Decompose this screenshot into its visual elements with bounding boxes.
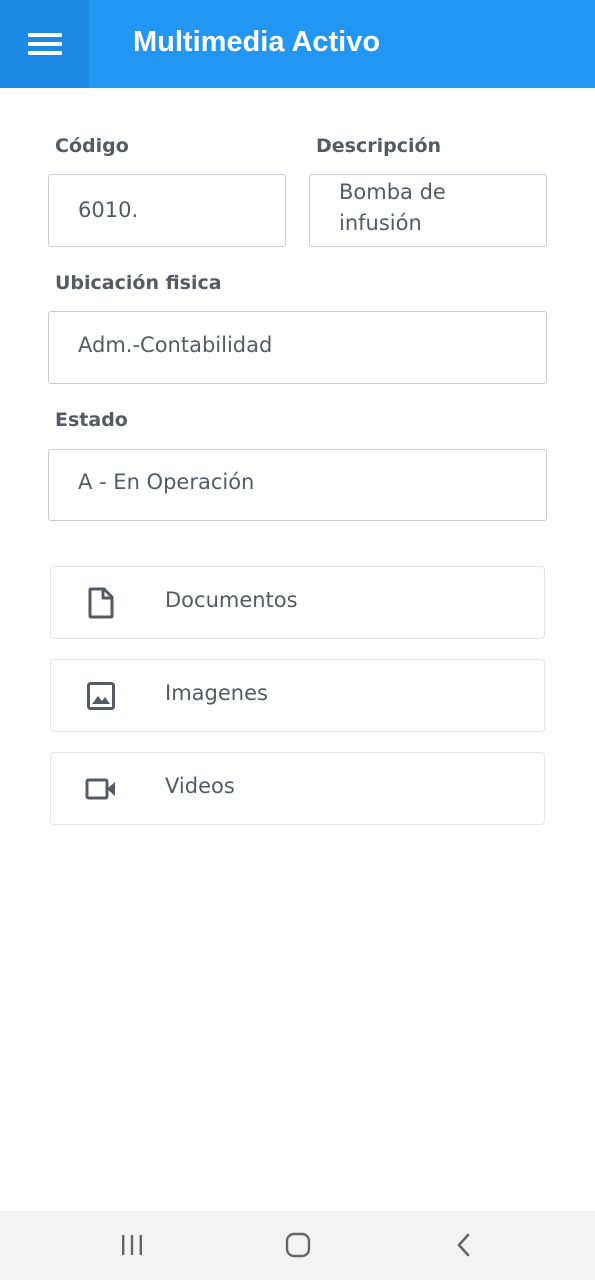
descripcion-value-line2: infusión [339, 211, 422, 235]
imagenes-button[interactable]: Imagenes [50, 659, 545, 732]
videos-button[interactable]: Videos [50, 752, 545, 825]
codigo-value: 6010. [78, 198, 139, 222]
hamburger-menu-icon [27, 32, 62, 56]
estado-field[interactable]: A - En Operación [48, 449, 547, 521]
ubicacion-value: Adm.-Contabilidad [78, 333, 273, 357]
codigo-field[interactable]: 6010. [48, 174, 286, 247]
descripcion-field[interactable]: Bomba de infusión [309, 174, 547, 247]
estado-label: Estado [55, 409, 128, 431]
imagenes-label: Imagenes [165, 681, 268, 705]
descripcion-value-line1: Bomba de [339, 180, 446, 204]
ubicacion-label: Ubicación fisica [55, 272, 222, 294]
documentos-label: Documentos [165, 588, 298, 612]
estado-value: A - En Operación [78, 470, 255, 494]
codigo-label: Código [55, 135, 129, 157]
documentos-button[interactable]: Documentos [50, 566, 545, 639]
videos-label: Videos [165, 774, 235, 798]
page-title: Multimedia Activo [133, 26, 381, 58]
recents-icon[interactable] [112, 1229, 152, 1261]
image-icon [85, 680, 117, 712]
menu-button[interactable] [0, 0, 89, 88]
descripcion-label: Descripción [316, 135, 442, 157]
app-bar: Multimedia Activo [0, 0, 595, 88]
document-icon [85, 587, 117, 619]
back-icon[interactable] [444, 1229, 484, 1261]
ubicacion-field[interactable]: Adm.-Contabilidad [48, 311, 547, 384]
system-nav-bar [0, 1211, 595, 1280]
home-icon[interactable] [278, 1229, 318, 1261]
video-camera-icon [85, 773, 117, 805]
